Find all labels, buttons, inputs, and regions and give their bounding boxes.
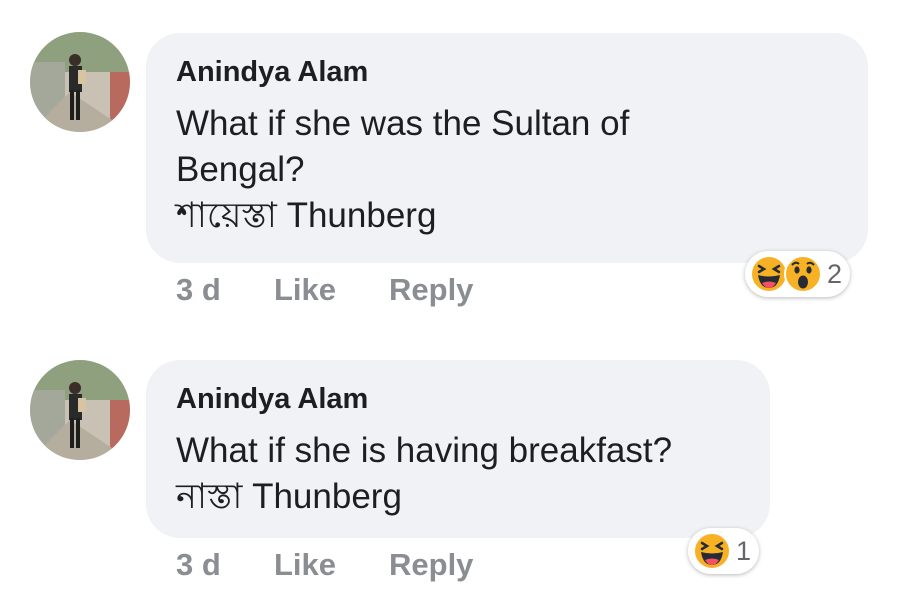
timestamp[interactable]: 3 d (176, 547, 221, 583)
author-name[interactable]: Anindya Alam (176, 55, 838, 89)
reply-button[interactable]: Reply (389, 547, 473, 583)
comment-2: Anindya Alam What if she is having break… (0, 320, 900, 616)
like-button[interactable]: Like (274, 547, 336, 583)
comment-text-line: What if she was the Sultan of (176, 104, 630, 143)
avatar[interactable] (30, 32, 130, 132)
avatar-photo (30, 360, 130, 460)
comment-bubble: Anindya Alam What if she is having break… (146, 360, 770, 538)
avatar-photo (30, 32, 130, 132)
reply-button[interactable]: Reply (389, 272, 473, 308)
comment-text-line: নাস্তা Thunberg (176, 477, 402, 516)
reactions-summary[interactable]: 2 (745, 251, 851, 297)
reactions-summary[interactable]: 1 (688, 528, 760, 574)
comment-text-line: What if she is having breakfast? (176, 431, 673, 470)
wow-reaction-icon (784, 255, 822, 293)
reaction-count: 1 (736, 535, 752, 566)
reaction-count: 2 (827, 258, 843, 289)
avatar[interactable] (30, 360, 130, 460)
timestamp[interactable]: 3 d (176, 272, 221, 308)
comment-text-line: Bengal? (176, 150, 305, 189)
author-name[interactable]: Anindya Alam (176, 382, 740, 416)
comment-1: Anindya Alam What if she was the Sultan … (0, 0, 900, 320)
comment-text-line: শায়েস্তা Thunberg (176, 196, 437, 235)
comment-bubble: Anindya Alam What if she was the Sultan … (146, 33, 868, 263)
haha-reaction-icon (693, 532, 731, 570)
like-button[interactable]: Like (274, 272, 336, 308)
